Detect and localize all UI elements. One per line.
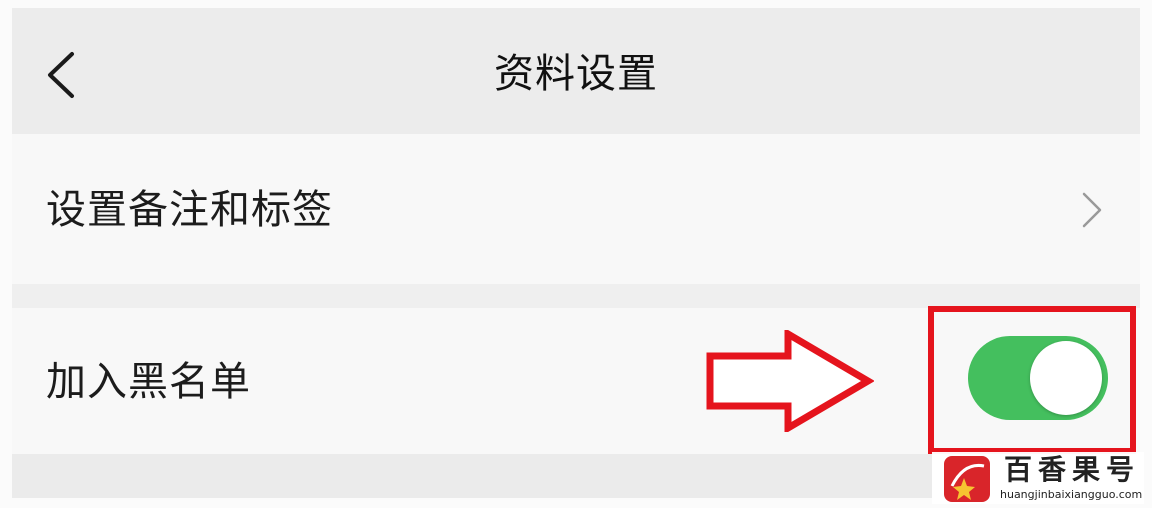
watermark: 百香果号 huangjinbaixiangguo.com xyxy=(932,452,1144,504)
settings-row-label: 设置备注和标签 xyxy=(46,187,333,233)
watermark-url: huangjinbaixiangguo.com xyxy=(1000,488,1143,501)
watermark-logo-icon xyxy=(944,456,990,502)
toggle-knob xyxy=(1030,341,1102,415)
settings-row-remark-tags[interactable]: 设置备注和标签 xyxy=(12,134,1140,284)
blacklist-toggle-switch[interactable] xyxy=(968,336,1108,420)
settings-row-label: 加入黑名单 xyxy=(46,359,251,405)
watermark-title: 百香果号 xyxy=(1004,453,1141,486)
chevron-right-icon xyxy=(1082,192,1102,228)
page-title: 资料设置 xyxy=(494,51,658,97)
red-arrow-annotation-icon xyxy=(706,330,874,432)
